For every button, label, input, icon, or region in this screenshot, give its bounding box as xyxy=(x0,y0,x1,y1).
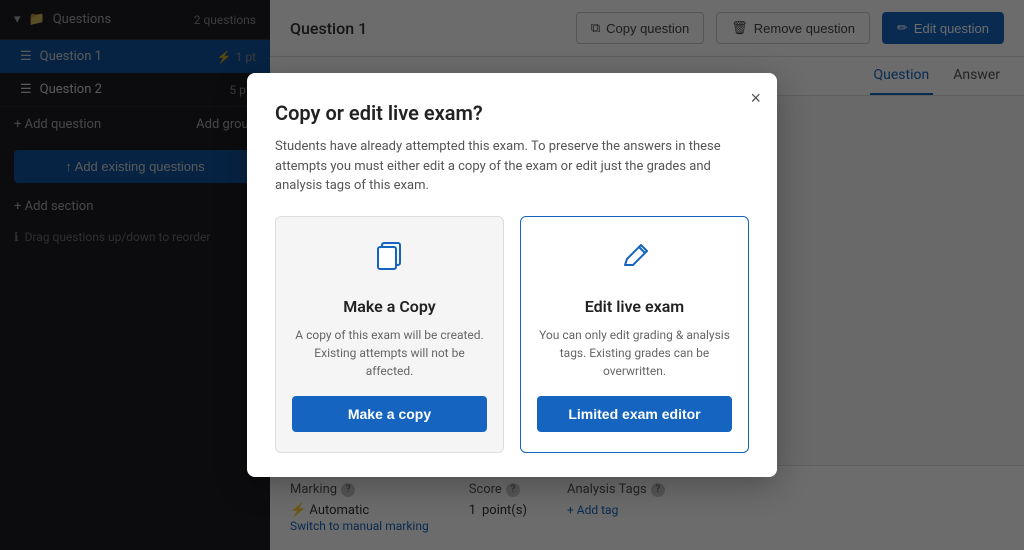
modal-description: Students have already attempted this exa… xyxy=(275,137,749,196)
modal-title: Copy or edit live exam? xyxy=(275,101,749,125)
make-copy-button[interactable]: Make a copy xyxy=(292,396,487,432)
copy-option-title: Make a Copy xyxy=(343,297,435,316)
modal-copy-or-edit: × Copy or edit live exam? Students have … xyxy=(247,73,777,477)
copy-option-icon xyxy=(370,237,410,285)
edit-live-option-desc: You can only edit grading & analysis tag… xyxy=(537,326,732,380)
option-edit-live: Edit live exam You can only edit grading… xyxy=(520,216,749,453)
limited-exam-editor-button[interactable]: Limited exam editor xyxy=(537,396,732,432)
copy-option-desc: A copy of this exam will be created. Exi… xyxy=(292,326,487,380)
edit-live-option-title: Edit live exam xyxy=(585,297,684,316)
option-make-copy: Make a Copy A copy of this exam will be … xyxy=(275,216,504,453)
modal-close-button[interactable]: × xyxy=(750,89,761,107)
edit-option-icon xyxy=(615,237,655,285)
modal-overlay: × Copy or edit live exam? Students have … xyxy=(0,0,1024,550)
modal-options: Make a Copy A copy of this exam will be … xyxy=(275,216,749,453)
